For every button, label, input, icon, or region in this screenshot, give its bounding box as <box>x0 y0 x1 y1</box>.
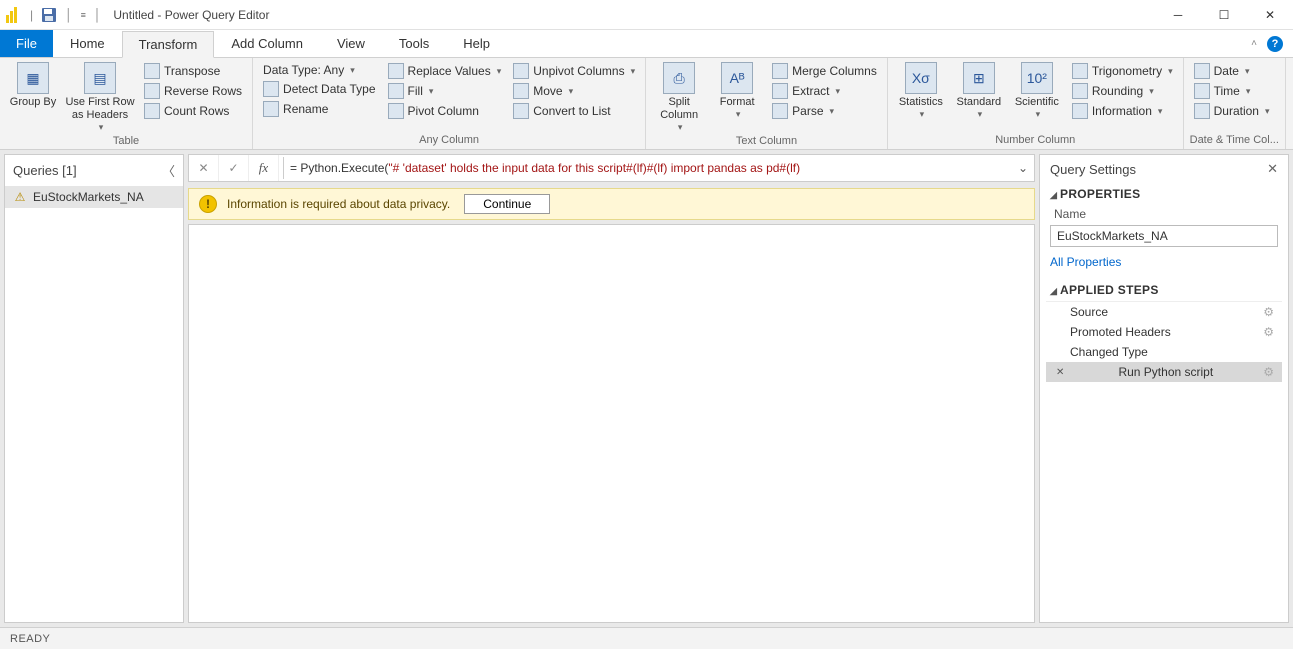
privacy-message: Information is required about data priva… <box>227 197 450 211</box>
time-button[interactable]: Time▾ <box>1190 82 1274 100</box>
to-list-button[interactable]: Convert to List <box>509 102 639 120</box>
format-button[interactable]: AᴮFormat▾ <box>710 60 764 120</box>
settings-title: Query Settings <box>1050 162 1136 177</box>
scientific-button[interactable]: 10²Scientific▾ <box>1010 60 1064 120</box>
separator: │ <box>65 8 73 22</box>
menu-bar: File Home Transform Add Column View Tool… <box>0 30 1293 58</box>
query-item[interactable]: ⚠ EuStockMarkets_NA <box>5 186 183 208</box>
minimize-button[interactable]: ─ <box>1155 0 1201 30</box>
help-icon[interactable]: ? <box>1267 36 1283 52</box>
query-settings-pane: Query Settings ✕ PROPERTIES Name EuStock… <box>1039 154 1289 623</box>
pivot-button[interactable]: Pivot Column <box>384 102 506 120</box>
rename-button[interactable]: Rename <box>259 100 380 118</box>
trig-button[interactable]: Trigonometry▾ <box>1068 62 1177 80</box>
all-properties-link[interactable]: All Properties <box>1040 253 1288 279</box>
extract-button[interactable]: Extract▾ <box>768 82 881 100</box>
separator: │ <box>94 8 102 22</box>
group-label-dtcol: Date & Time Col... <box>1190 132 1279 149</box>
queries-header: Queries [1] <box>13 163 77 178</box>
cancel-formula-icon[interactable]: ✕ <box>189 155 219 181</box>
gear-icon[interactable]: ⚙ <box>1263 305 1274 319</box>
window-title: Untitled - Power Query Editor <box>113 8 269 22</box>
tab-transform[interactable]: Transform <box>122 31 215 58</box>
continue-button[interactable]: Continue <box>464 194 550 214</box>
group-by-button[interactable]: ▦Group By <box>6 60 60 109</box>
group-label-textcol: Text Column <box>652 133 881 150</box>
step-run-python[interactable]: Run Python script⚙ <box>1046 362 1282 382</box>
reverse-rows-button[interactable]: Reverse Rows <box>140 82 246 100</box>
group-label-numcol: Number Column <box>894 132 1177 149</box>
formula-bar: ✕ ✓ fx = Python.Execute("# 'dataset' hol… <box>188 154 1035 182</box>
privacy-info-bar: ! Information is required about data pri… <box>188 188 1035 220</box>
step-source[interactable]: Source⚙ <box>1046 302 1282 322</box>
move-button[interactable]: Move▾ <box>509 82 639 100</box>
detect-type-button[interactable]: Detect Data Type <box>259 80 380 98</box>
rounding-button[interactable]: Rounding▾ <box>1068 82 1177 100</box>
duration-button[interactable]: Duration▾ <box>1190 102 1274 120</box>
data-preview-area <box>188 224 1035 623</box>
split-column-button[interactable]: ⎙Split Column▾ <box>652 60 706 133</box>
standard-button[interactable]: ⊞Standard▾ <box>952 60 1006 120</box>
group-label-anycol: Any Column <box>259 132 639 149</box>
gear-icon[interactable]: ⚙ <box>1263 365 1274 379</box>
workspace: Queries [1] 〈 ⚠ EuStockMarkets_NA ✕ ✓ fx… <box>0 150 1293 627</box>
collapse-ribbon-icon[interactable]: ˄ <box>1251 38 1257 49</box>
statistics-button[interactable]: XσStatistics▾ <box>894 60 948 120</box>
save-icon[interactable] <box>41 7 57 23</box>
transpose-button[interactable]: Transpose <box>140 62 246 80</box>
name-label: Name <box>1040 205 1288 223</box>
data-type-button[interactable]: Data Type: Any▾ <box>259 62 380 78</box>
applied-steps-header[interactable]: APPLIED STEPS <box>1040 279 1288 301</box>
count-rows-button[interactable]: Count Rows <box>140 102 246 120</box>
close-button[interactable]: ✕ <box>1247 0 1293 30</box>
warning-icon: ⚠ <box>13 190 27 204</box>
fx-icon[interactable]: fx <box>249 155 279 181</box>
app-logo-icon <box>6 7 22 23</box>
file-menu[interactable]: File <box>0 30 53 57</box>
merge-columns-button[interactable]: Merge Columns <box>768 62 881 80</box>
status-bar: READY <box>0 627 1293 649</box>
formula-expand-icon[interactable]: ⌄ <box>1012 161 1034 175</box>
collapse-queries-icon[interactable]: 〈 <box>162 161 175 180</box>
queries-pane: Queries [1] 〈 ⚠ EuStockMarkets_NA <box>4 154 184 623</box>
unpivot-button[interactable]: Unpivot Columns▾ <box>509 62 639 80</box>
separator: | <box>30 8 33 22</box>
query-name-input[interactable]: EuStockMarkets_NA <box>1050 225 1278 247</box>
accept-formula-icon[interactable]: ✓ <box>219 155 249 181</box>
formula-input[interactable]: = Python.Execute("# 'dataset' holds the … <box>283 157 1008 179</box>
tab-view[interactable]: View <box>320 30 382 57</box>
info-warning-icon: ! <box>199 195 217 213</box>
step-promoted-headers[interactable]: Promoted Headers⚙ <box>1046 322 1282 342</box>
fill-button[interactable]: Fill▾ <box>384 82 506 100</box>
parse-button[interactable]: Parse▾ <box>768 102 881 120</box>
step-changed-type[interactable]: Changed Type <box>1046 342 1282 362</box>
tab-tools[interactable]: Tools <box>382 30 446 57</box>
information-button[interactable]: Information▾ <box>1068 102 1177 120</box>
tab-home[interactable]: Home <box>53 30 122 57</box>
use-first-row-button[interactable]: ▤Use First Row as Headers▾ <box>64 60 136 133</box>
replace-values-button[interactable]: Replace Values▾ <box>384 62 506 80</box>
maximize-button[interactable]: ☐ <box>1201 0 1247 30</box>
qat-dropdown-icon[interactable]: ≡ <box>81 10 86 20</box>
title-bar: | │ ≡ │ Untitled - Power Query Editor ─ … <box>0 0 1293 30</box>
status-text: READY <box>10 633 50 645</box>
tab-add-column[interactable]: Add Column <box>214 30 320 57</box>
tab-help[interactable]: Help <box>446 30 507 57</box>
ribbon: ▦Group By ▤Use First Row as Headers▾ Tra… <box>0 58 1293 150</box>
query-name: EuStockMarkets_NA <box>33 190 144 204</box>
close-settings-icon[interactable]: ✕ <box>1267 161 1278 177</box>
group-label-table: Table <box>6 133 246 150</box>
gear-icon[interactable]: ⚙ <box>1263 325 1274 339</box>
center-pane: ✕ ✓ fx = Python.Execute("# 'dataset' hol… <box>188 154 1035 623</box>
date-button[interactable]: Date▾ <box>1190 62 1274 80</box>
properties-header[interactable]: PROPERTIES <box>1040 183 1288 205</box>
